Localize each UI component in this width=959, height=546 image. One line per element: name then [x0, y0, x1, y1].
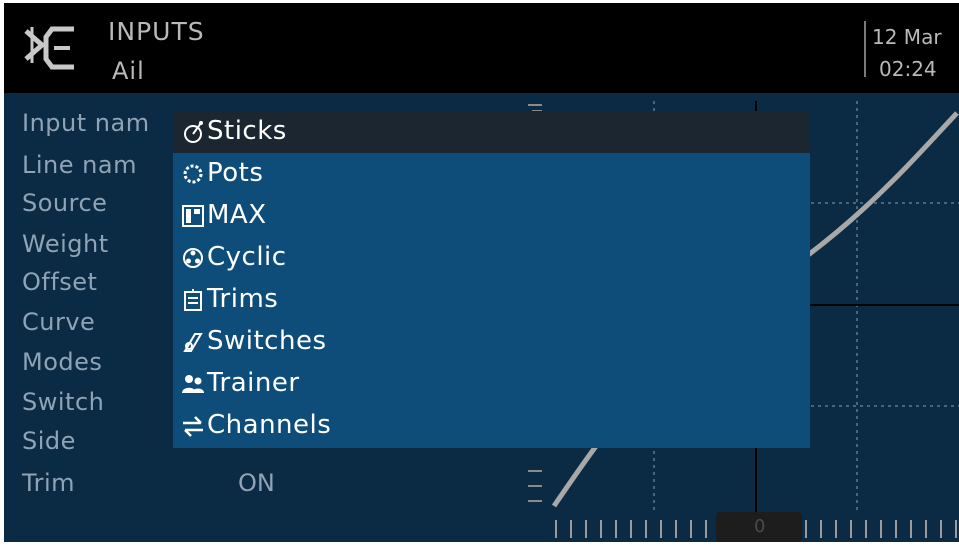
- source-label: Source: [22, 189, 108, 217]
- menu-item-switches[interactable]: Switches: [173, 321, 810, 363]
- cyclic-icon: [183, 248, 203, 268]
- switch-icon: [183, 333, 203, 352]
- channels-icon: [183, 416, 203, 437]
- trim-marker-value: 0: [754, 516, 766, 537]
- pot-icon: [183, 164, 203, 184]
- menu-item-max[interactable]: MAX: [173, 195, 810, 237]
- menu-item-label: Pots: [207, 158, 264, 188]
- source-dropdown-menu: Sticks Pots MAX Cyclic Trims Switches Tr…: [173, 111, 810, 448]
- header-bar: INPUTS Ail 12 Mar 02:24: [4, 3, 959, 93]
- weight-label: Weight: [22, 230, 109, 258]
- page-title: INPUTS: [108, 17, 205, 46]
- menu-item-pots[interactable]: Pots: [173, 153, 810, 195]
- offset-label: Offset: [22, 268, 98, 296]
- menu-item-label: MAX: [207, 200, 267, 230]
- trainer-icon: [182, 375, 204, 393]
- trim-label: Trim: [22, 469, 76, 497]
- max-icon: [182, 205, 204, 227]
- line-name-label: Line nam: [22, 151, 137, 179]
- page-subtitle: Ail: [112, 57, 145, 85]
- menu-item-label: Trainer: [207, 368, 300, 398]
- menu-item-label: Channels: [207, 410, 332, 440]
- menu-item-label: Cyclic: [207, 242, 287, 272]
- edgetx-logo-icon[interactable]: [20, 19, 78, 77]
- time-text: 02:24: [879, 57, 937, 81]
- menu-item-trainer[interactable]: Trainer: [173, 363, 810, 405]
- menu-item-label: Switches: [207, 326, 327, 356]
- stick-icon: [184, 121, 203, 143]
- menu-item-cyclic[interactable]: Cyclic: [173, 237, 810, 279]
- date-text: 12 Mar: [872, 25, 942, 49]
- curve-label: Curve: [22, 308, 96, 336]
- trim-value[interactable]: ON: [238, 469, 275, 497]
- screen: INPUTS Ail 12 Mar 02:24 Input nam Line n…: [4, 3, 959, 542]
- switch-label: Switch: [22, 388, 105, 416]
- side-label: Side: [22, 427, 76, 455]
- menu-item-sticks[interactable]: Sticks: [173, 111, 810, 153]
- menu-item-label: Trims: [207, 284, 279, 314]
- input-name-label: Input nam: [22, 109, 150, 137]
- menu-item-channels[interactable]: Channels: [173, 405, 810, 447]
- menu-item-trims[interactable]: Trims: [173, 279, 810, 321]
- header-divider: [864, 21, 866, 77]
- modes-label: Modes: [22, 348, 103, 376]
- trim-icon: [184, 289, 202, 311]
- menu-item-label: Sticks: [207, 116, 287, 146]
